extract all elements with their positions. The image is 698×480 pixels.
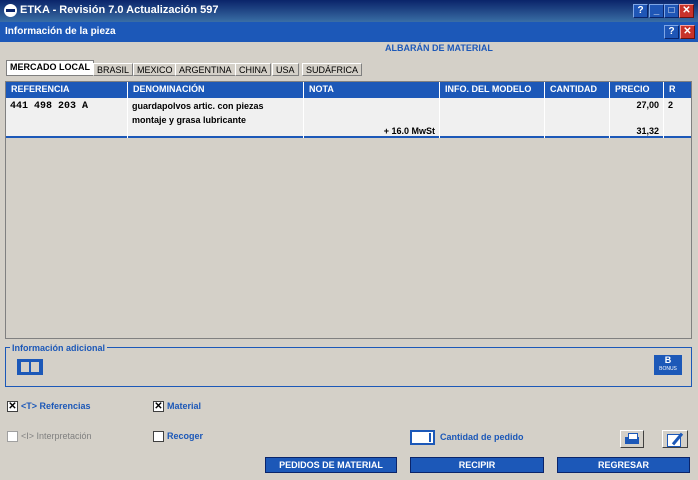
referencias-label: <T> Referencias <box>21 401 91 411</box>
col-header-referencia[interactable]: REFERENCIA <box>6 82 128 98</box>
dialog-title: Información de la pieza <box>5 26 116 37</box>
col-header-r[interactable]: R <box>664 82 691 98</box>
tab-mercado-local[interactable]: MERCADO LOCAL <box>6 60 94 76</box>
printer-icon[interactable] <box>620 430 644 448</box>
cell-r: 2 <box>668 100 674 110</box>
col-header-nota[interactable]: NOTA <box>304 82 440 98</box>
tab-china[interactable]: CHINA <box>235 63 272 76</box>
recoger-checkbox[interactable] <box>153 431 164 442</box>
cell-precio: 27,00 31,32 <box>610 98 664 138</box>
etka-logo-icon <box>4 4 17 17</box>
pedidos-de-material-button[interactable]: PEDIDOS DE MATERIAL <box>265 457 397 473</box>
denominacion-line-1: guardapolvos artic. con piezas <box>132 101 264 111</box>
col-header-denominacion[interactable]: DENOMINACIÓN <box>128 82 304 98</box>
table-row[interactable]: 441 498 203 A guardapolvos artic. con pi… <box>6 98 691 138</box>
precio-total: 31,32 <box>636 126 659 136</box>
recoger-label: Recoger <box>167 431 204 441</box>
help-button[interactable]: ? <box>633 4 648 18</box>
nota-tax: + 16.0 MwSt <box>383 126 435 136</box>
interpretacion-label: <I> Interpretación <box>21 431 92 441</box>
material-label: Material <box>167 401 202 411</box>
info-adicional-panel: Información adicional B BONUS <box>5 343 692 387</box>
cell-cantidad <box>545 98 610 138</box>
material-checkbox[interactable]: ✕ <box>153 401 164 412</box>
dialog-title-bar: Información de la pieza ? ✕ <box>0 22 698 42</box>
dialog-help-button[interactable]: ? <box>664 25 679 39</box>
precio-unit: 27,00 <box>636 100 659 110</box>
bonus-label: BONUS <box>659 366 677 372</box>
info-adicional-label: Información adicional <box>10 343 108 353</box>
interpretacion-checkbox[interactable] <box>7 431 18 442</box>
cell-denominacion: guardapolvos artic. con piezas montaje y… <box>128 98 304 138</box>
bonus-symbol-icon: B <box>664 355 672 365</box>
tab-sudafrica[interactable]: SUDÁFRICA <box>302 63 363 76</box>
minimize-button[interactable]: _ <box>649 4 664 18</box>
maximize-button[interactable]: □ <box>664 4 679 18</box>
edit-note-icon[interactable] <box>662 430 688 448</box>
cell-nota: + 16.0 MwSt <box>304 98 440 138</box>
col-header-info-modelo[interactable]: INFO. DEL MODELO <box>440 82 545 98</box>
regresar-button[interactable]: REGRESAR <box>557 457 690 473</box>
parts-table: REFERENCIA DENOMINACIÓN NOTA INFO. DEL M… <box>5 81 692 339</box>
tab-argentina[interactable]: ARGENTINA <box>175 63 236 76</box>
cell-referencia: 441 498 203 A <box>6 98 128 138</box>
cantidad-pedido-input[interactable] <box>410 430 435 445</box>
cantidad-pedido-label: Cantidad de pedido <box>440 432 524 442</box>
recipir-button[interactable]: RECIPIR <box>410 457 544 473</box>
window-title-bar: ETKA - Revisión 7.0 Actualización 597 ? … <box>0 0 698 22</box>
close-button[interactable]: ✕ <box>679 4 694 18</box>
book-icon[interactable] <box>17 359 43 375</box>
bonus-button[interactable]: B BONUS <box>654 355 682 375</box>
cell-info-modelo <box>440 98 545 138</box>
col-header-precio[interactable]: PRECIO <box>610 82 664 98</box>
dialog-close-button[interactable]: ✕ <box>680 25 695 39</box>
tab-usa[interactable]: USA <box>272 63 299 76</box>
section-title: ALBARÁN DE MATERIAL <box>385 43 493 53</box>
tab-mexico[interactable]: MEXICO <box>133 63 177 76</box>
tab-brasil[interactable]: BRASIL <box>93 63 134 76</box>
denominacion-line-2: montaje y grasa lubricante <box>132 115 247 125</box>
col-header-cantidad[interactable]: CANTIDAD <box>545 82 610 98</box>
window-title: ETKA - Revisión 7.0 Actualización 597 <box>20 4 219 16</box>
referencias-checkbox[interactable]: ✕ <box>7 401 18 412</box>
